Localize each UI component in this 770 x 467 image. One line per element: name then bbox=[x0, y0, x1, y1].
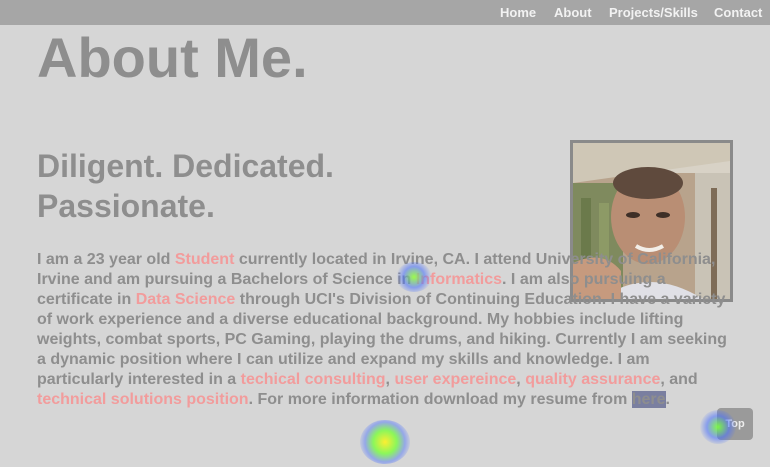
highlight-technical-consulting: techical consulting bbox=[240, 371, 386, 388]
nav-link-home[interactable]: Home bbox=[500, 5, 536, 20]
highlight-user-experience: user expereince bbox=[394, 371, 517, 388]
highlight-data-science: Data Science bbox=[135, 291, 236, 308]
highlight-quality-assurance: quality assurance bbox=[525, 371, 661, 388]
nav-link-projects-skills[interactable]: Projects/Skills bbox=[609, 5, 698, 20]
nav-link-contact[interactable]: Contact bbox=[714, 5, 762, 20]
tagline-line-1: Diligent. Dedicated. bbox=[37, 148, 334, 184]
top-navbar: Home About Projects/Skills Contact bbox=[0, 0, 770, 25]
bio-paragraph: I am a 23 year old Student currently loc… bbox=[37, 250, 737, 410]
back-to-top-button[interactable]: Top bbox=[717, 408, 753, 440]
nav-link-about[interactable]: About bbox=[554, 5, 592, 20]
highlight-student: Student bbox=[174, 251, 235, 268]
gaze-heatmap-spot bbox=[360, 420, 410, 464]
resume-download-link[interactable]: here bbox=[631, 391, 666, 408]
tagline: Diligent. Dedicated. Passionate. bbox=[37, 146, 457, 226]
highlight-informatics: Informatics bbox=[415, 271, 503, 288]
bio-text: . For more information download my resum… bbox=[248, 391, 632, 408]
bio-text: I am a 23 year old bbox=[37, 251, 175, 268]
bio-text: , bbox=[516, 371, 526, 388]
bio-text: , and bbox=[660, 371, 698, 388]
page-title: About Me. bbox=[37, 26, 308, 89]
highlight-technical-solutions: technical solutions position bbox=[37, 391, 249, 408]
bio-text: . bbox=[665, 391, 670, 408]
tagline-line-2: Passionate. bbox=[37, 188, 215, 224]
